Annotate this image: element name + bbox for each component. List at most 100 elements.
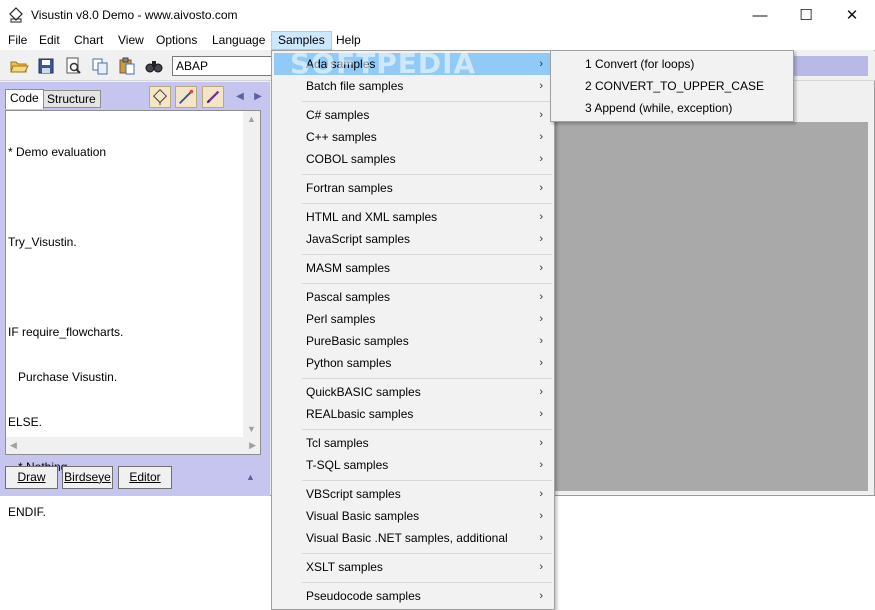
code-editor[interactable]: * Demo evaluation ​ Try_Visustin. ​ IF r… bbox=[5, 110, 261, 519]
wand-icon[interactable] bbox=[175, 86, 197, 108]
submenu-item-append[interactable]: 3 Append (while, exception) bbox=[553, 97, 791, 119]
vertical-scrollbar[interactable]: ▲ ▼ bbox=[243, 111, 260, 437]
chevron-right-icon: › bbox=[539, 58, 543, 70]
menu-item-purebasic[interactable]: PureBasic samples › bbox=[274, 330, 552, 352]
nav-right-icon[interactable]: ▶ bbox=[252, 90, 264, 104]
menu-separator bbox=[302, 582, 552, 583]
chevron-right-icon: › bbox=[539, 153, 543, 165]
chevron-right-icon: › bbox=[539, 488, 543, 500]
scroll-left-icon[interactable]: ◀ bbox=[10, 440, 17, 451]
maximize-icon: ☐ bbox=[799, 7, 813, 24]
maximize-button[interactable]: ☐ bbox=[783, 0, 829, 30]
chevron-right-icon: › bbox=[539, 357, 543, 369]
code-line: IF require_flowcharts. bbox=[8, 325, 124, 339]
menu-separator bbox=[302, 283, 552, 284]
menu-item-html-xml[interactable]: HTML and XML samples › bbox=[274, 206, 552, 228]
submenu-item-convert-upper[interactable]: 2 CONVERT_TO_UPPER_CASE bbox=[553, 75, 791, 97]
chevron-right-icon: › bbox=[539, 437, 543, 449]
nav-left-icon[interactable]: ◀ bbox=[234, 90, 246, 104]
menu-item-tsql[interactable]: T-SQL samples › bbox=[274, 454, 552, 476]
code-line: ​ bbox=[8, 190, 123, 205]
chevron-right-icon: › bbox=[539, 80, 543, 92]
menu-separator bbox=[302, 378, 552, 379]
close-icon: ✕ bbox=[845, 7, 859, 24]
editor-button[interactable]: Editor bbox=[118, 466, 172, 489]
scroll-down-icon[interactable]: ▼ bbox=[247, 424, 256, 434]
pen-icon[interactable] bbox=[202, 86, 224, 108]
code-line: ​ bbox=[8, 280, 123, 295]
code-line: ENDIF. bbox=[8, 505, 47, 519]
samples-menu: Ada samples › Batch file samples › C# samp… bbox=[271, 50, 555, 610]
minimize-button[interactable]: — bbox=[737, 0, 783, 30]
menu-file[interactable]: File bbox=[2, 31, 33, 50]
submenu-item-convert-loops[interactable]: 1 Convert (for loops) bbox=[553, 53, 791, 75]
ada-submenu: 1 Convert (for loops) 2 CONVERT_TO_UPPER… bbox=[550, 50, 794, 122]
flowchart-icon[interactable] bbox=[149, 86, 171, 108]
chevron-right-icon: › bbox=[539, 532, 543, 544]
menu-item-realbasic[interactable]: REALbasic samples › bbox=[274, 403, 552, 425]
birdseye-button[interactable]: Birdseye bbox=[62, 466, 113, 489]
print-preview-icon[interactable] bbox=[63, 56, 83, 76]
menu-item-masm[interactable]: MASM samples › bbox=[274, 257, 552, 279]
menu-language[interactable]: Language bbox=[206, 31, 271, 50]
menu-item-csharp[interactable]: C# samples › bbox=[274, 104, 552, 126]
menu-item-cpp[interactable]: C++ samples › bbox=[274, 126, 552, 148]
window-title: Visustin v8.0 Demo - www.aivosto.com bbox=[31, 8, 238, 22]
menu-separator bbox=[302, 480, 552, 481]
menu-item-python[interactable]: Python samples › bbox=[274, 352, 552, 374]
tab-code[interactable]: Code bbox=[5, 89, 44, 109]
chevron-right-icon: › bbox=[539, 211, 543, 223]
code-line: Purchase Visustin. bbox=[8, 370, 118, 384]
menu-item-vbscript[interactable]: VBScript samples › bbox=[274, 483, 552, 505]
chart-area[interactable] bbox=[555, 122, 868, 491]
chevron-right-icon: › bbox=[539, 313, 543, 325]
save-icon[interactable] bbox=[36, 56, 56, 76]
scroll-up-icon[interactable]: ▲ bbox=[247, 114, 256, 124]
app-icon bbox=[9, 7, 23, 23]
chevron-right-icon: › bbox=[539, 408, 543, 420]
tab-structure[interactable]: Structure bbox=[42, 90, 101, 108]
code-line: ELSE. bbox=[8, 415, 43, 429]
watermark-logo: SOFTPEDIA bbox=[290, 47, 477, 80]
chevron-right-icon: › bbox=[539, 459, 543, 471]
chevron-right-icon: › bbox=[539, 233, 543, 245]
horizontal-scrollbar[interactable]: ◀ ▶ bbox=[6, 437, 260, 454]
menu-item-javascript[interactable]: JavaScript samples › bbox=[274, 228, 552, 250]
menu-options[interactable]: Options bbox=[150, 31, 203, 50]
menu-item-visual-basic[interactable]: Visual Basic samples › bbox=[274, 505, 552, 527]
menu-separator bbox=[302, 174, 552, 175]
language-combo[interactable]: ABAP bbox=[172, 56, 272, 76]
chevron-right-icon: › bbox=[539, 335, 543, 347]
close-button[interactable]: ✕ bbox=[829, 0, 875, 30]
menu-separator bbox=[302, 254, 552, 255]
menu-item-cobol[interactable]: COBOL samples › bbox=[274, 148, 552, 170]
chevron-right-icon: › bbox=[539, 109, 543, 121]
menu-separator bbox=[302, 101, 552, 102]
menu-edit[interactable]: Edit bbox=[33, 31, 66, 50]
minimize-icon: — bbox=[752, 6, 768, 24]
menu-separator bbox=[302, 429, 552, 430]
menu-separator bbox=[302, 203, 552, 204]
menu-item-tcl[interactable]: Tcl samples › bbox=[274, 432, 552, 454]
draw-button[interactable]: Draw bbox=[5, 466, 58, 489]
chevron-right-icon: › bbox=[539, 386, 543, 398]
menu-item-quickbasic[interactable]: QuickBASIC samples › bbox=[274, 381, 552, 403]
chevron-right-icon: › bbox=[539, 510, 543, 522]
chevron-right-icon: › bbox=[539, 262, 543, 274]
menu-chart[interactable]: Chart bbox=[68, 31, 109, 50]
find-icon[interactable] bbox=[144, 56, 164, 76]
chevron-right-icon: › bbox=[539, 182, 543, 194]
menu-view[interactable]: View bbox=[112, 31, 150, 50]
scroll-right-icon[interactable]: ▶ bbox=[249, 440, 256, 451]
menu-item-vbnet[interactable]: Visual Basic .NET samples, additional › bbox=[274, 527, 552, 549]
menu-item-perl[interactable]: Perl samples › bbox=[274, 308, 552, 330]
menu-item-pseudocode[interactable]: Pseudocode samples › bbox=[274, 585, 552, 607]
menu-item-fortran[interactable]: Fortran samples › bbox=[274, 177, 552, 199]
menu-item-pascal[interactable]: Pascal samples › bbox=[274, 286, 552, 308]
title-bar[interactable]: Visustin v8.0 Demo - www.aivosto.com — ☐… bbox=[0, 0, 875, 30]
open-folder-icon[interactable] bbox=[9, 56, 29, 76]
paste-icon[interactable] bbox=[117, 56, 137, 76]
collapse-up-icon[interactable]: ▲ bbox=[246, 472, 255, 482]
copy-icon[interactable] bbox=[90, 56, 110, 76]
menu-item-xslt[interactable]: XSLT samples › bbox=[274, 556, 552, 578]
